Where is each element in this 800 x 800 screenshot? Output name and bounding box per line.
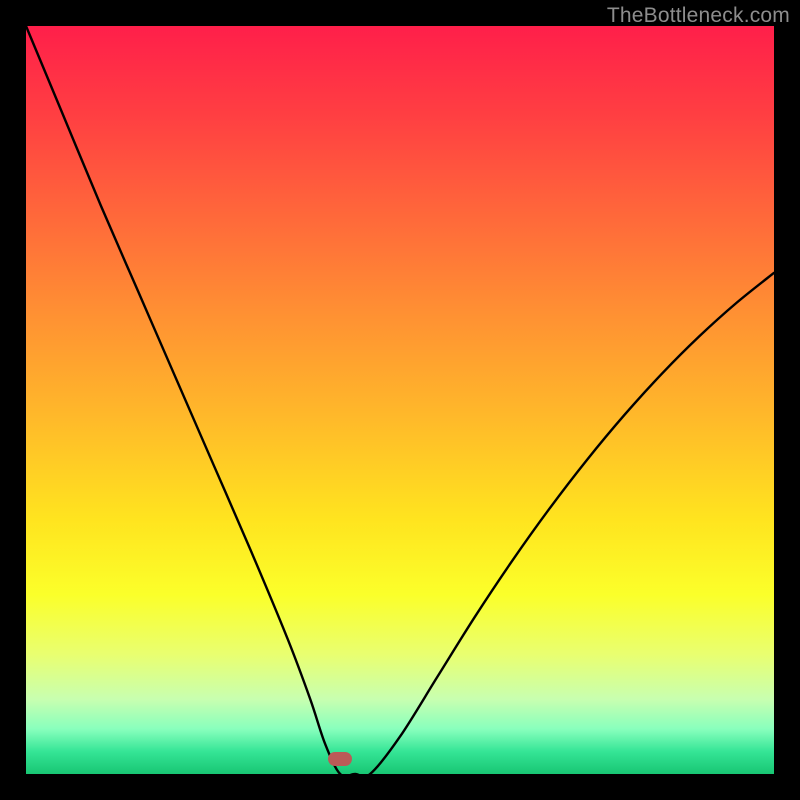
- chart-frame: TheBottleneck.com: [0, 0, 800, 800]
- watermark-text: TheBottleneck.com: [607, 4, 790, 28]
- optimal-point-marker: [328, 752, 352, 766]
- bottleneck-curve: [26, 26, 774, 774]
- plot-area: [26, 26, 774, 774]
